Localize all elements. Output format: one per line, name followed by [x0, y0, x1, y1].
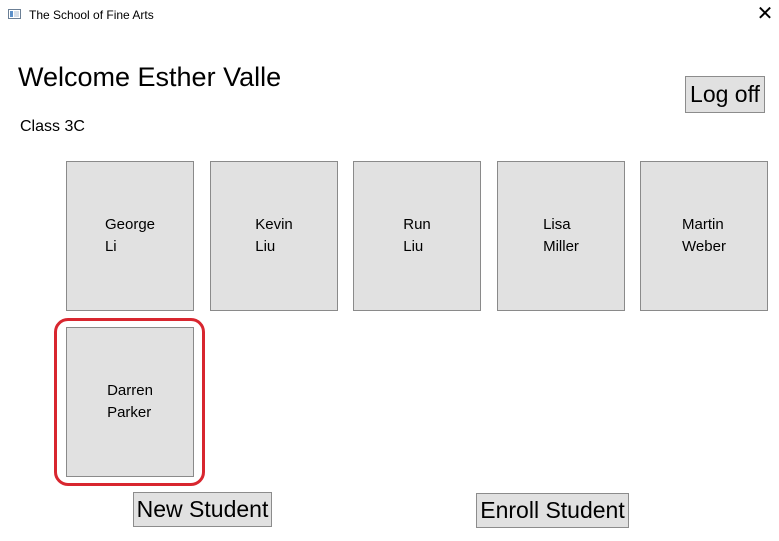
class-label: Class 3C: [20, 118, 85, 135]
student-name: George Li: [105, 214, 155, 258]
student-first-name: Kevin: [255, 216, 293, 233]
app-window-icon: [8, 9, 21, 19]
student-tile-martin-weber[interactable]: Martin Weber: [640, 161, 768, 311]
student-last-name: Liu: [403, 238, 424, 255]
student-name: Martin Weber: [682, 214, 726, 258]
student-last-name: Liu: [255, 238, 276, 255]
close-icon[interactable]: ✕: [751, 0, 779, 30]
new-student-button[interactable]: New Student: [133, 492, 272, 527]
student-first-name: Martin: [682, 216, 724, 233]
student-first-name: George: [104, 216, 156, 233]
student-last-name: Li: [104, 238, 117, 255]
selection-highlight: [54, 318, 205, 486]
log-off-button[interactable]: Log off: [685, 76, 765, 113]
welcome-heading: Welcome Esther Valle: [18, 62, 282, 92]
student-name: Run Liu: [403, 214, 431, 258]
title-bar: The School of Fine Arts ✕: [0, 0, 779, 30]
student-first-name: Run: [403, 216, 431, 233]
student-tile-george-li[interactable]: George Li: [66, 161, 194, 311]
student-last-name: Miller: [543, 238, 579, 255]
student-tile-kevin-liu[interactable]: Kevin Liu: [210, 161, 338, 311]
student-tile-lisa-miller[interactable]: Lisa Miller: [497, 161, 625, 311]
student-name: Kevin Liu: [255, 214, 293, 258]
student-last-name: Weber: [682, 238, 726, 255]
student-first-name: Lisa: [543, 216, 571, 233]
window-title: The School of Fine Arts: [29, 8, 154, 22]
enroll-student-button[interactable]: Enroll Student: [476, 493, 629, 528]
student-tile-run-liu[interactable]: Run Liu: [353, 161, 481, 311]
student-name: Lisa Miller: [543, 214, 579, 258]
